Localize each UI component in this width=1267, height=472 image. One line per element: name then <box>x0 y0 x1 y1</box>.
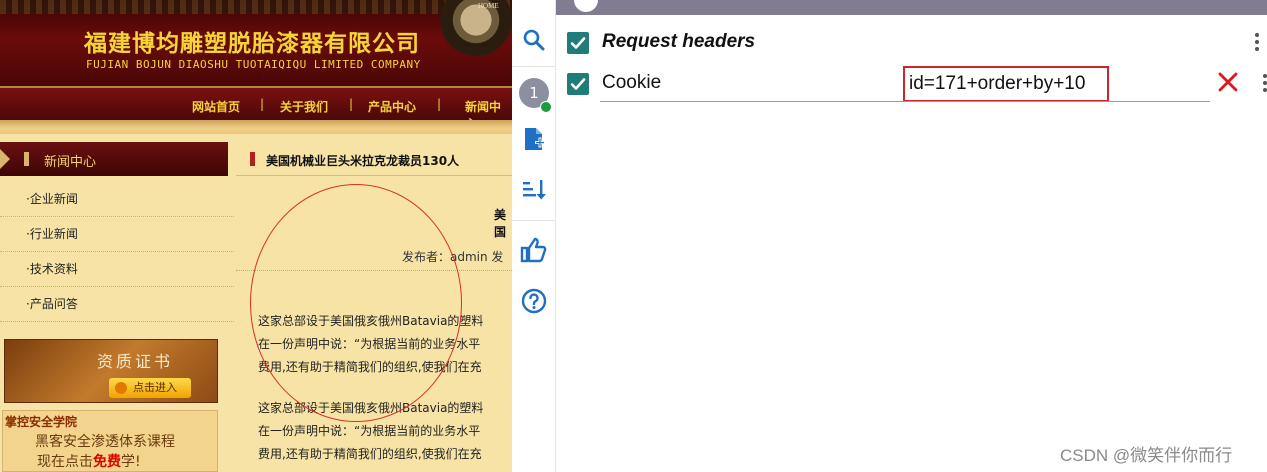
company-name-cn: 福建博均雕塑脱胎漆器有限公司 <box>84 31 420 57</box>
site-header: HOME 福建博均雕塑脱胎漆器有限公司 FUJIAN BOJUN DIAOSHU… <box>0 0 512 86</box>
gold-divider <box>0 120 512 134</box>
add-file-icon[interactable] <box>518 124 550 156</box>
sidebar-title: 新闻中心 <box>44 155 97 170</box>
certificate-title: 资质证书 <box>97 352 174 371</box>
panel-top-indicator <box>574 0 598 12</box>
toolbar-divider <box>512 66 556 67</box>
ad-brand: 掌控安全学院 <box>5 415 78 429</box>
delete-icon[interactable] <box>1216 70 1240 94</box>
enter-button[interactable]: 点击进入 <box>109 378 191 398</box>
nav-separator: | <box>349 97 354 111</box>
sidebar-list: ·企业新闻 ·行业新闻 ·技术资料 ·产品问答 <box>0 182 234 322</box>
section-checkbox[interactable] <box>567 32 589 54</box>
website-area: HOME 福建博均雕塑脱胎漆器有限公司 FUJIAN BOJUN DIAOSHU… <box>0 0 512 472</box>
ad-cta: 现在点击免费学! <box>37 451 141 471</box>
sidebar-item-tech-docs[interactable]: ·技术资料 <box>0 252 234 287</box>
extension-toolbar: 1 <box>512 0 556 472</box>
panel-top-bar <box>556 0 1267 15</box>
sidebar-header: 新闻中心 <box>0 142 228 176</box>
sort-icon[interactable] <box>518 174 550 206</box>
bar-marker <box>250 152 255 166</box>
header-row-checkbox[interactable] <box>567 73 589 95</box>
section-title: Request headers <box>602 31 756 52</box>
active-check-icon <box>540 101 552 113</box>
header-name-field[interactable]: Cookie <box>602 72 661 94</box>
header-value-field[interactable]: id=171+order+by+10 <box>903 66 1109 102</box>
toolbar-divider <box>512 220 556 221</box>
search-icon[interactable] <box>518 24 550 56</box>
row-menu-icon[interactable] <box>1262 74 1267 95</box>
paragraph-line: 在一份声明中说：“为根据当前的业务水平 <box>258 424 481 438</box>
site-nav: 网站首页 | 关于我们 | 产品中心 | 新闻中心 <box>0 86 512 131</box>
nav-products[interactable]: 产品中心 <box>368 98 416 115</box>
article-title: 美国机械业巨头米拉克龙裁员130人 <box>266 154 460 168</box>
nav-separator: | <box>260 97 265 111</box>
nav-separator: | <box>437 97 442 111</box>
ad-cta-pre: 现在点击 <box>37 454 93 470</box>
ad-cta-post: 学! <box>121 454 141 470</box>
paragraph-line: 费用,还有助于精简我们的组织,使我们在充 <box>258 447 482 461</box>
article-subtitle: 美国 <box>494 208 507 239</box>
help-icon[interactable] <box>518 285 550 317</box>
row-underline <box>600 101 1210 102</box>
company-name-en: FUJIAN BOJUN DIAOSHU TUOTAIQIQU LIMITED … <box>86 58 421 71</box>
certificate-banner[interactable]: 资质证书 点击进入 <box>4 339 218 403</box>
ornament-label: HOME <box>478 2 499 10</box>
nav-about[interactable]: 关于我们 <box>280 98 328 115</box>
thumbs-up-icon[interactable] <box>518 234 550 266</box>
sidebar-item-industry-news[interactable]: ·行业新闻 <box>0 217 234 252</box>
article-header: 美国机械业巨头米拉克龙裁员130人 <box>236 142 512 176</box>
ad-banner[interactable]: 掌控安全学院 黑客安全渗透体系课程 现在点击免费学! <box>2 410 218 472</box>
section-menu-icon[interactable] <box>1254 33 1260 54</box>
sidebar-item-product-qa[interactable]: ·产品问答 <box>0 287 234 322</box>
sidebar-item-company-news[interactable]: ·企业新闻 <box>0 182 234 217</box>
bar-marker <box>24 152 29 166</box>
ad-cta-free: 免费 <box>93 454 121 470</box>
ornament-logo <box>440 0 512 56</box>
ad-course: 黑客安全渗透体系课程 <box>35 434 175 450</box>
headers-panel: Request headers Cookie id=171+order+by+1… <box>556 0 1267 472</box>
annotation-circle <box>250 184 462 422</box>
arrow-icon <box>0 149 10 169</box>
watermark: CSDN @微笑伴你而行 <box>1060 446 1233 465</box>
nav-home[interactable]: 网站首页 <box>192 98 240 115</box>
